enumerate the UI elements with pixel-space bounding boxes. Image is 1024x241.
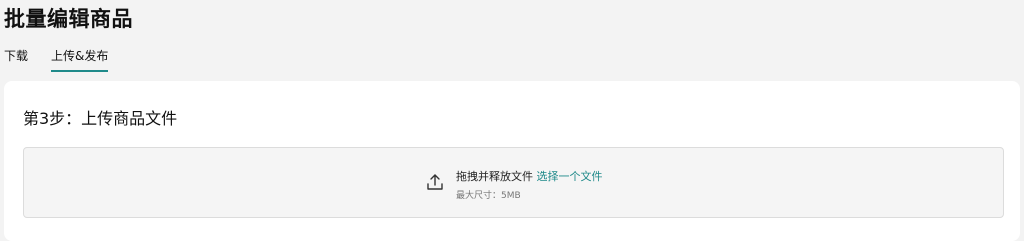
dropzone-prompt: 拖拽并释放文件 — [456, 170, 533, 183]
tab-bar: 下载 上传&发布 — [4, 47, 109, 72]
upload-icon — [427, 174, 443, 190]
upload-card: 第3步：上传商品文件 拖拽并释放文件 选择一个文件 最大尺寸：5MB — [4, 81, 1020, 241]
file-dropzone[interactable]: 拖拽并释放文件 选择一个文件 最大尺寸：5MB — [23, 147, 1004, 218]
tab-download[interactable]: 下载 — [4, 47, 28, 72]
size-hint: 最大尺寸：5MB — [456, 191, 521, 201]
page-title: 批量编辑商品 — [4, 7, 133, 31]
tab-upload-publish[interactable]: 上传&发布 — [51, 47, 109, 72]
step-title: 第3步：上传商品文件 — [23, 109, 178, 128]
choose-file-link[interactable]: 选择一个文件 — [537, 170, 603, 183]
dropzone-text: 拖拽并释放文件 选择一个文件 最大尺寸：5MB — [456, 168, 603, 201]
